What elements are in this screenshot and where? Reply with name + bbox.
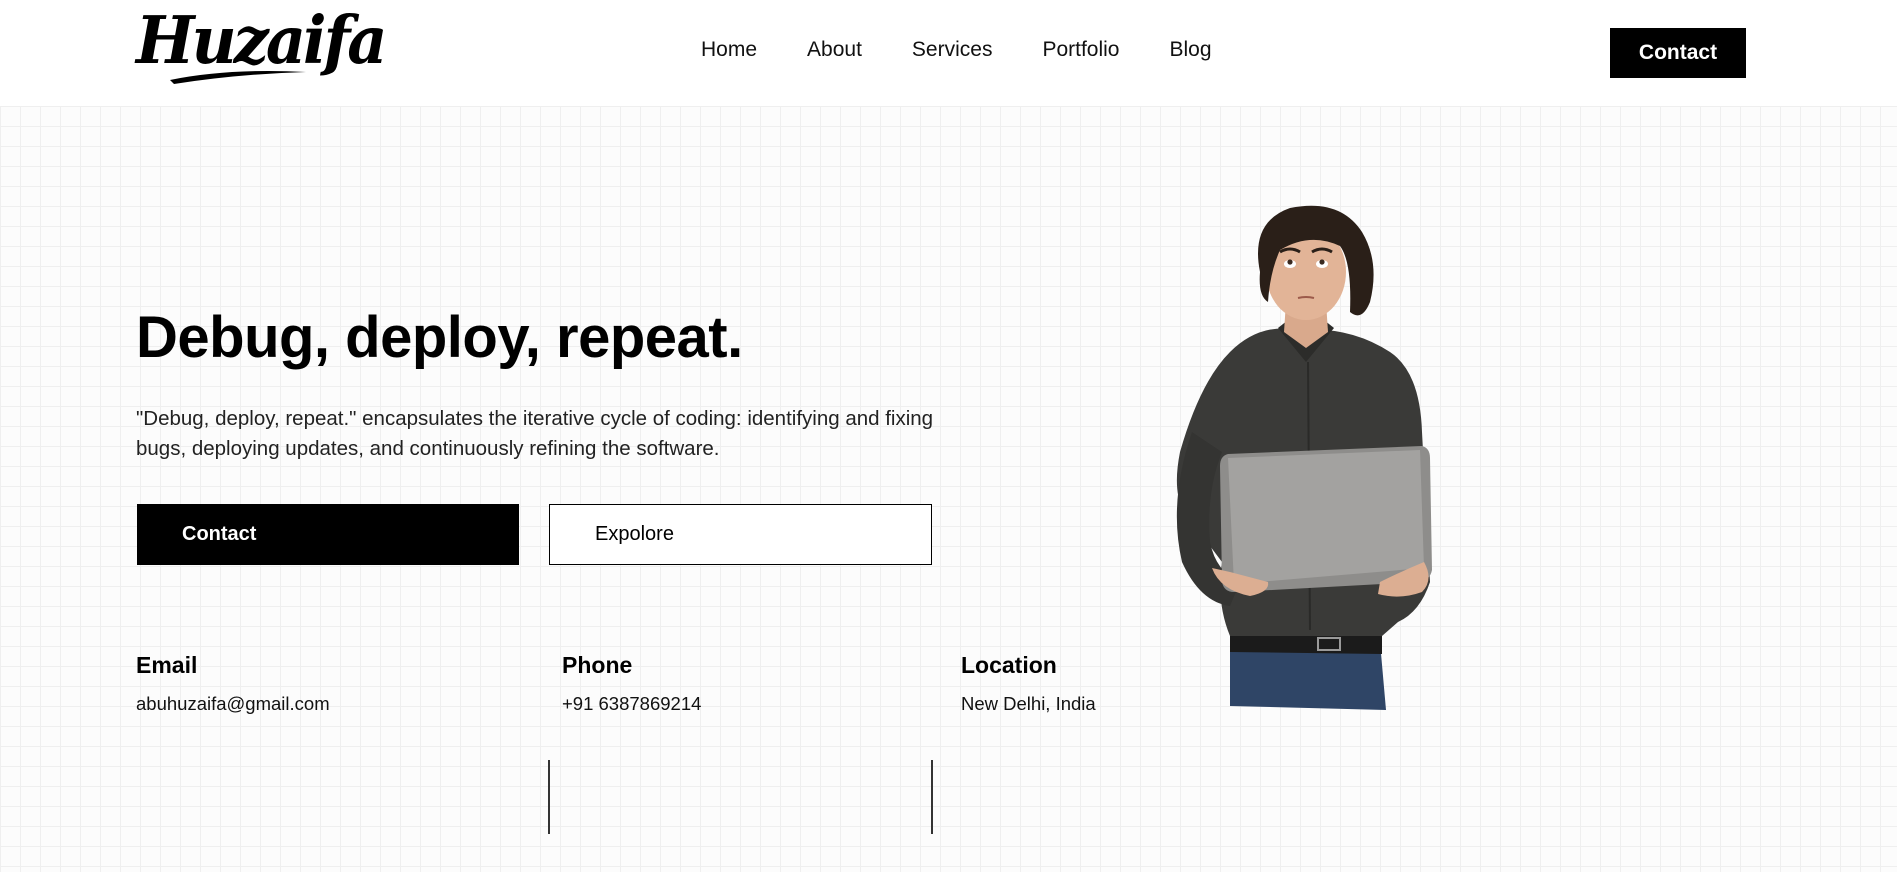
- phone-label: Phone: [562, 652, 633, 678]
- hero-section: Debug, deploy, repeat. "Debug, deploy, r…: [0, 106, 1897, 872]
- header-contact-button[interactable]: Contact: [1610, 28, 1746, 78]
- nav-services[interactable]: Services: [912, 38, 993, 62]
- info-divider: [548, 760, 550, 834]
- site-header: Huzaifa Home About Services Portfolio Bl…: [0, 0, 1897, 106]
- nav-blog[interactable]: Blog: [1170, 38, 1212, 62]
- hero-description: "Debug, deploy, repeat." encapsulates th…: [136, 407, 934, 460]
- hero-contact-button[interactable]: Contact: [137, 504, 519, 565]
- hero-explore-label: Expolore: [595, 523, 674, 545]
- info-location: Location New Delhi, India: [961, 652, 1096, 715]
- email-value[interactable]: abuhuzaifa@gmail.com: [136, 693, 330, 715]
- logo[interactable]: Huzaifa: [136, 8, 387, 73]
- email-label: Email: [136, 652, 198, 678]
- logo-swash-icon: [170, 71, 306, 84]
- hero-contact-label: Contact: [182, 523, 257, 545]
- hero-explore-button[interactable]: Expolore: [549, 504, 932, 565]
- location-label: Location: [961, 652, 1057, 678]
- info-divider: [931, 760, 933, 834]
- main-nav: Home About Services Portfolio Blog: [701, 38, 1212, 62]
- hero-title: Debug, deploy, repeat.: [136, 305, 743, 370]
- location-value: New Delhi, India: [961, 693, 1096, 714]
- phone-value[interactable]: +91 6387869214: [562, 693, 701, 715]
- info-email: Email abuhuzaifa@gmail.com: [136, 652, 330, 715]
- nav-portfolio[interactable]: Portfolio: [1042, 38, 1119, 62]
- nav-about[interactable]: About: [807, 38, 862, 62]
- nav-home[interactable]: Home: [701, 38, 757, 62]
- person-with-laptop-image: [1176, 205, 1432, 710]
- info-phone: Phone +91 6387869214: [562, 652, 701, 715]
